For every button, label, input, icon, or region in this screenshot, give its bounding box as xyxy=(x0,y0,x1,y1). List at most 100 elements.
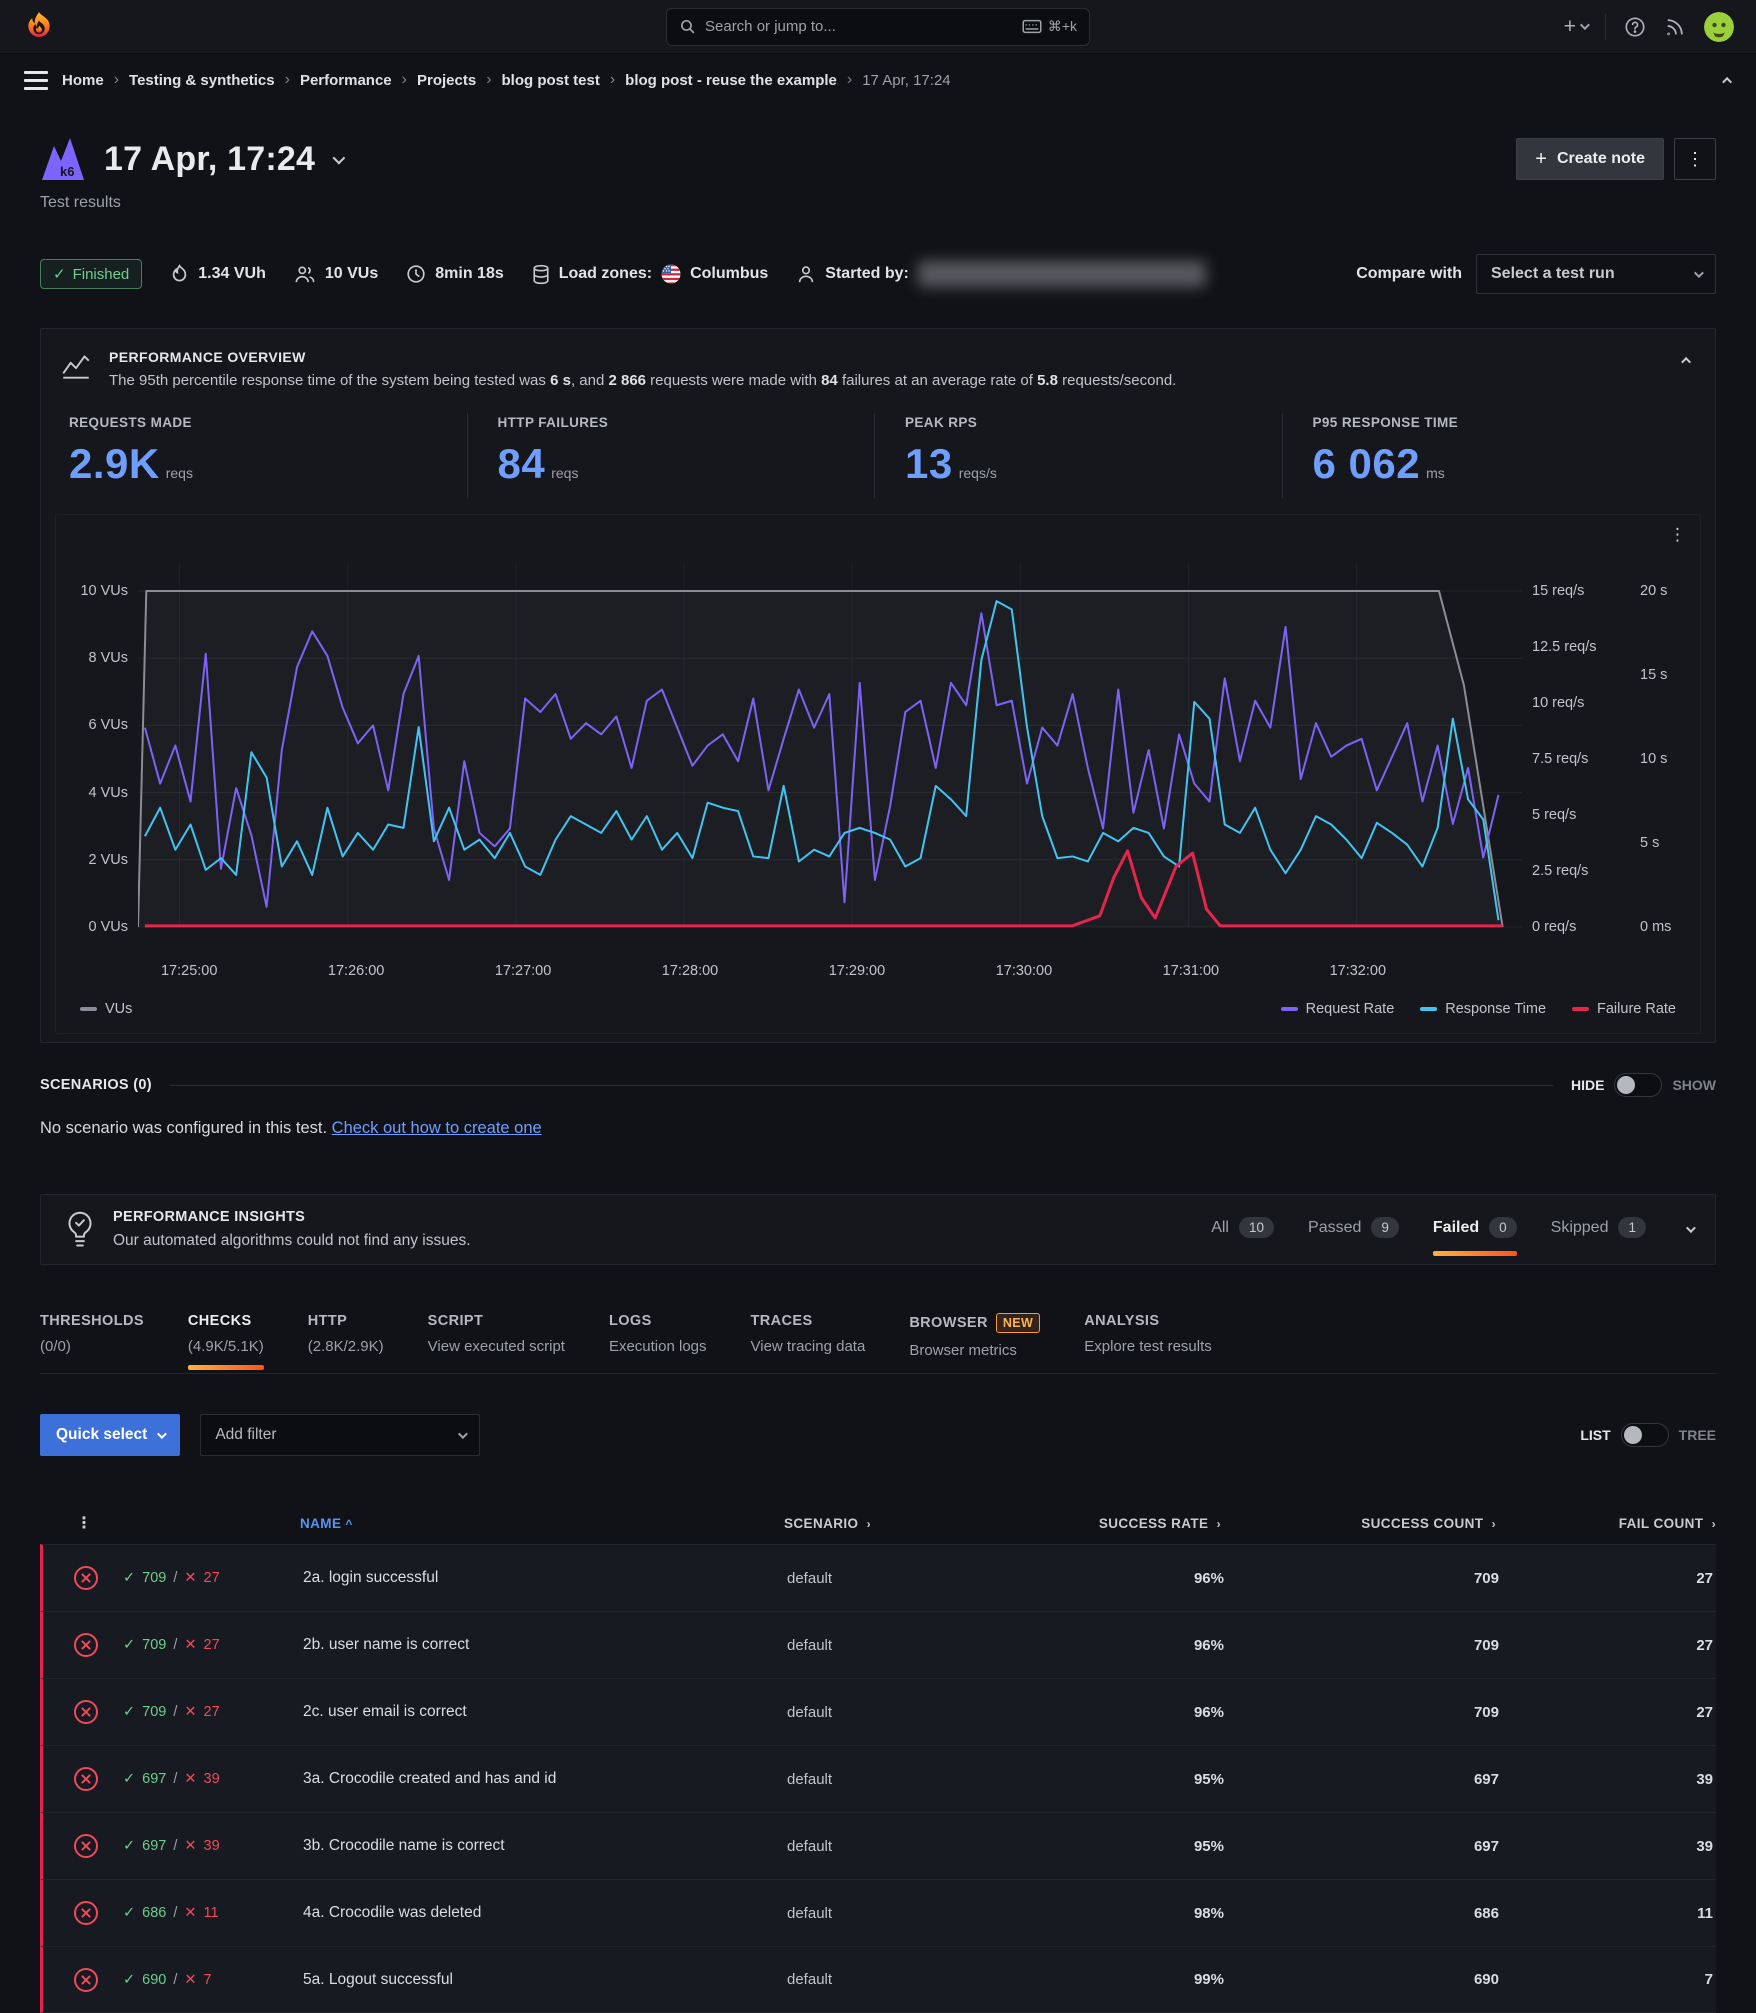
chart-line-icon xyxy=(59,349,93,383)
check-status-cell xyxy=(43,1632,123,1658)
axis-tick-label: 2.5 req/s xyxy=(1532,863,1588,879)
check-scenario: default xyxy=(787,1570,1067,1587)
sort-by-fail-count[interactable]: FAIL COUNT › xyxy=(1496,1516,1716,1531)
filter-all[interactable]: All10 xyxy=(1211,1217,1274,1242)
collapse-panel-icon[interactable] xyxy=(1681,357,1691,367)
create-note-button[interactable]: + Create note xyxy=(1516,138,1664,180)
sort-by-success-count[interactable]: SUCCESS COUNT › xyxy=(1221,1516,1496,1531)
breadcrumb-performance[interactable]: Performance xyxy=(300,72,392,89)
breadcrumb-home[interactable]: Home xyxy=(62,72,104,89)
create-scenario-link[interactable]: Check out how to create one xyxy=(332,1119,542,1137)
fail-count-value: 39 xyxy=(1499,1838,1719,1855)
check-name: 2c. user email is correct xyxy=(303,1703,787,1721)
add-filter-select[interactable]: Add filter xyxy=(200,1414,480,1456)
filter-skipped[interactable]: Skipped1 xyxy=(1551,1217,1646,1242)
compare-with-label: Compare with xyxy=(1356,265,1462,283)
news-feed-icon[interactable] xyxy=(1664,16,1686,38)
x-axis-tick-label: 17:30:00 xyxy=(996,963,1052,979)
performance-overview-panel: PERFORMANCE OVERVIEW The 95th percentile… xyxy=(40,328,1716,1043)
list-view-label: LIST xyxy=(1580,1427,1610,1443)
sort-icon: › xyxy=(867,1517,871,1531)
table-kebab-menu[interactable]: ⋮ xyxy=(40,1513,120,1533)
filter-passed[interactable]: Passed9 xyxy=(1308,1217,1399,1242)
breadcrumb-projects[interactable]: Projects xyxy=(417,72,476,89)
tab-thresholds[interactable]: THRESHOLDS (0/0) xyxy=(40,1313,144,1359)
insights-expand-icon[interactable] xyxy=(1686,1223,1696,1233)
table-row[interactable]: ✓ 709 / ✕ 27 2a. login successful defaul… xyxy=(40,1544,1716,1611)
pass-fail-counts: ✓ 709 / ✕ 27 xyxy=(123,1570,303,1586)
tab-checks[interactable]: CHECKS (4.9K/5.1K) xyxy=(188,1313,264,1359)
sort-by-name[interactable]: NAME^ xyxy=(300,1516,784,1531)
keyboard-icon xyxy=(1022,19,1042,34)
list-tree-toggle[interactable] xyxy=(1621,1423,1669,1447)
breadcrumb-separator: › xyxy=(402,71,407,89)
menu-icon[interactable] xyxy=(24,71,48,90)
fail-count-value: 27 xyxy=(1499,1570,1719,1587)
axis-tick-label: 0 ms xyxy=(1640,919,1671,935)
checks-table: ⋮ NAME^ SCENARIO › SUCCESS RATE › SUCCES… xyxy=(40,1502,1716,2013)
grafana-logo-icon[interactable] xyxy=(22,10,56,44)
tab-browser[interactable]: BROWSERNEW Browser metrics xyxy=(909,1313,1040,1359)
pass-fail-counts: ✓ 690 / ✕ 7 xyxy=(123,1972,303,1988)
table-row[interactable]: ✓ 709 / ✕ 27 2b. user name is correct de… xyxy=(40,1611,1716,1678)
tab-logs[interactable]: LOGS Execution logs xyxy=(609,1313,707,1359)
stat-p95-response-time: P95 RESPONSE TIME 6 062ms xyxy=(1282,413,1690,498)
table-row[interactable]: ✓ 697 / ✕ 39 3b. Crocodile name is corre… xyxy=(40,1812,1716,1879)
legend-item[interactable]: Request Rate xyxy=(1281,1001,1395,1017)
breadcrumb-testing-synthetics[interactable]: Testing & synthetics xyxy=(129,72,275,89)
search-input[interactable] xyxy=(705,18,1013,35)
table-row[interactable]: ✓ 697 / ✕ 39 3a. Crocodile created and h… xyxy=(40,1745,1716,1812)
breadcrumb-blog-post-test[interactable]: blog post test xyxy=(502,72,600,89)
global-search[interactable]: ⌘+k xyxy=(666,8,1090,46)
chart-left-axis: 0 VUs2 VUs4 VUs6 VUs8 VUs10 VUs xyxy=(66,529,138,959)
page-title: 17 Apr, 17:24 xyxy=(104,140,315,179)
x-icon: ✕ xyxy=(184,1838,196,1854)
table-row[interactable]: ✓ 709 / ✕ 27 2c. user email is correct d… xyxy=(40,1678,1716,1745)
clock-icon xyxy=(406,264,426,284)
page-header: k6 17 Apr, 17:24 + Create note ⋮ xyxy=(40,136,1716,182)
stat-peak-rps: PEAK RPS 13reqs/s xyxy=(874,413,1282,498)
legend-item[interactable]: Failure Rate xyxy=(1572,1001,1676,1017)
check-icon: ✓ xyxy=(123,1771,135,1787)
x-icon: ✕ xyxy=(184,1905,196,1921)
tab-analysis[interactable]: ANALYSIS Explore test results xyxy=(1084,1313,1212,1359)
success-rate-value: 96% xyxy=(1067,1704,1224,1721)
tab-http[interactable]: HTTP (2.8K/2.9K) xyxy=(308,1313,384,1359)
chart-right-axis-time: 0 ms5 s10 s15 s20 s xyxy=(1626,529,1690,959)
success-rate-value: 99% xyxy=(1067,1971,1224,1988)
success-count-value: 709 xyxy=(1224,1704,1499,1721)
scenarios-visibility-toggle[interactable] xyxy=(1614,1073,1662,1097)
chart-plot-area[interactable] xyxy=(138,529,1522,959)
help-icon[interactable] xyxy=(1624,16,1646,38)
check-icon: ✓ xyxy=(53,265,66,283)
failed-circle-x-icon xyxy=(73,1900,99,1926)
legend-item[interactable]: Response Time xyxy=(1420,1001,1546,1017)
new-badge: NEW xyxy=(996,1313,1040,1333)
filter-failed[interactable]: Failed0 xyxy=(1433,1217,1517,1242)
sort-by-scenario[interactable]: SCENARIO › xyxy=(784,1516,1064,1531)
scenarios-divider xyxy=(170,1085,1553,1086)
quick-select-button[interactable]: Quick select xyxy=(40,1414,180,1456)
check-scenario: default xyxy=(787,1637,1067,1654)
axis-tick-label: 0 VUs xyxy=(89,919,129,935)
compare-test-run-select[interactable]: Select a test run xyxy=(1476,254,1716,294)
x-axis-tick-label: 17:29:00 xyxy=(829,963,885,979)
legend-item[interactable]: VUs xyxy=(80,1001,132,1017)
add-menu-button[interactable]: + xyxy=(1564,15,1587,39)
check-scenario: default xyxy=(787,1771,1067,1788)
breadcrumb-separator: › xyxy=(114,71,119,89)
check-scenario: default xyxy=(787,1838,1067,1855)
user-avatar[interactable] xyxy=(1704,12,1734,42)
table-row[interactable]: ✓ 686 / ✕ 11 4a. Crocodile was deleted d… xyxy=(40,1879,1716,1946)
pass-fail-counts: ✓ 697 / ✕ 39 xyxy=(123,1838,303,1854)
tab-traces[interactable]: TRACES View tracing data xyxy=(751,1313,866,1359)
page-kebab-menu-button[interactable]: ⋮ xyxy=(1674,138,1716,180)
table-row[interactable]: ✓ 690 / ✕ 7 5a. Logout successful defaul… xyxy=(40,1946,1716,2013)
check-status-cell xyxy=(43,1699,123,1725)
search-icon xyxy=(679,18,696,35)
title-dropdown-icon[interactable] xyxy=(333,151,346,164)
tab-script[interactable]: SCRIPT View executed script xyxy=(428,1313,565,1359)
sort-by-success-rate[interactable]: SUCCESS RATE › xyxy=(1064,1516,1221,1531)
collapse-breadcrumb-icon[interactable] xyxy=(1722,76,1732,86)
breadcrumb-test-name[interactable]: blog post - reuse the example xyxy=(625,72,837,89)
